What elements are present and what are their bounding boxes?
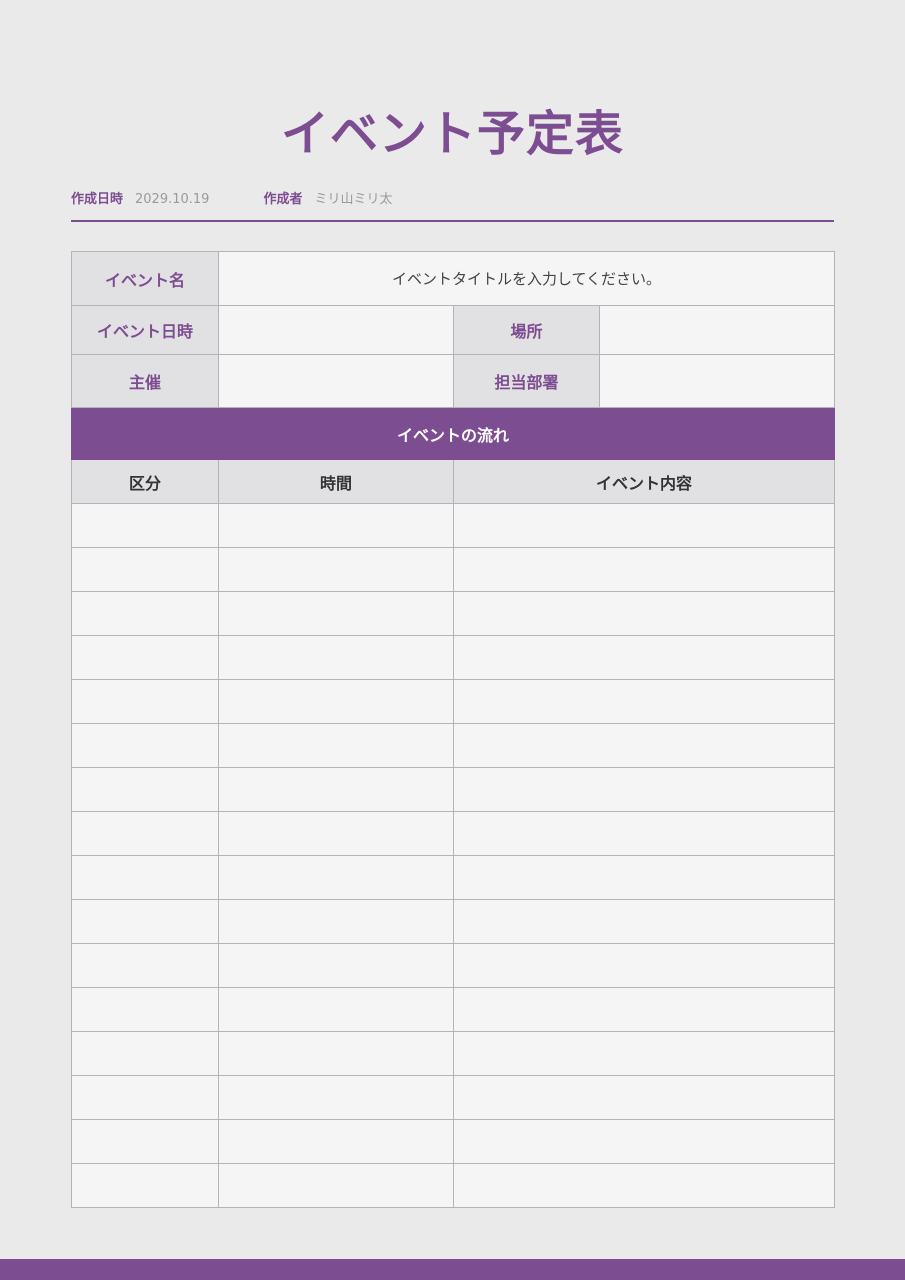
column-header-event-content: イベント内容	[452, 459, 836, 504]
category-cell[interactable]	[71, 723, 219, 768]
category-cell[interactable]	[71, 767, 219, 812]
footer-bar	[0, 1259, 905, 1280]
organizer-field[interactable]	[218, 354, 454, 408]
table-row	[71, 723, 836, 768]
table-row	[71, 767, 836, 812]
event-content-cell[interactable]	[452, 1031, 836, 1076]
category-cell[interactable]	[71, 679, 219, 724]
event-content-cell[interactable]	[452, 767, 836, 812]
category-cell[interactable]	[71, 899, 219, 944]
time-cell[interactable]	[218, 723, 454, 768]
table-row	[71, 1119, 836, 1164]
event-datetime-field[interactable]	[218, 305, 454, 355]
category-cell[interactable]	[71, 811, 219, 856]
author-label: 作成者	[263, 192, 303, 207]
event-schedule-table: イベント名 イベントタイトルを入力してください。 イベント日時 場所 主催 担当…	[70, 251, 836, 1208]
time-cell[interactable]	[218, 591, 454, 636]
category-cell[interactable]	[71, 591, 219, 636]
time-cell[interactable]	[218, 635, 454, 680]
category-cell[interactable]	[71, 547, 219, 592]
column-header-category: 区分	[71, 459, 219, 504]
table-row	[71, 943, 836, 988]
event-content-cell[interactable]	[452, 503, 836, 548]
time-cell[interactable]	[218, 503, 454, 548]
event-content-cell[interactable]	[452, 987, 836, 1032]
table-row	[71, 547, 836, 592]
table-row	[71, 1031, 836, 1076]
created-date-label: 作成日時	[71, 192, 124, 207]
event-content-cell[interactable]	[452, 591, 836, 636]
event-content-cell[interactable]	[452, 811, 836, 856]
time-cell[interactable]	[218, 811, 454, 856]
location-field[interactable]	[598, 305, 836, 355]
header-divider	[71, 220, 834, 222]
table-row	[71, 899, 836, 944]
table-row	[71, 811, 836, 856]
time-cell[interactable]	[218, 855, 454, 900]
event-content-cell[interactable]	[452, 855, 836, 900]
department-label: 担当部署	[453, 354, 600, 408]
category-cell[interactable]	[71, 503, 219, 548]
category-cell[interactable]	[71, 1119, 219, 1164]
table-row	[71, 679, 836, 724]
organizer-label: 主催	[71, 354, 219, 408]
table-row	[71, 1075, 836, 1120]
event-content-cell[interactable]	[452, 899, 836, 944]
time-cell[interactable]	[218, 943, 454, 988]
time-cell[interactable]	[218, 547, 454, 592]
time-cell[interactable]	[218, 1031, 454, 1076]
event-name-label: イベント名	[71, 251, 219, 306]
flow-section-title: イベントの流れ	[70, 407, 836, 460]
category-cell[interactable]	[71, 1163, 219, 1208]
category-cell[interactable]	[71, 635, 219, 680]
category-cell[interactable]	[71, 1031, 219, 1076]
table-row	[71, 503, 836, 548]
time-cell[interactable]	[218, 1163, 454, 1208]
table-row	[71, 591, 836, 636]
time-cell[interactable]	[218, 1075, 454, 1120]
event-datetime-label: イベント日時	[71, 305, 219, 355]
event-content-cell[interactable]	[452, 1119, 836, 1164]
time-cell[interactable]	[218, 899, 454, 944]
department-field[interactable]	[598, 354, 836, 408]
category-cell[interactable]	[71, 987, 219, 1032]
table-row	[71, 1163, 836, 1208]
category-cell[interactable]	[71, 1075, 219, 1120]
event-content-cell[interactable]	[452, 547, 836, 592]
table-row	[71, 855, 836, 900]
event-content-cell[interactable]	[452, 943, 836, 988]
created-date-value: 2029.10.19	[135, 192, 210, 207]
event-content-cell[interactable]	[452, 1075, 836, 1120]
event-content-cell[interactable]	[452, 679, 836, 724]
category-cell[interactable]	[71, 943, 219, 988]
location-label: 場所	[453, 305, 600, 355]
event-content-cell[interactable]	[452, 723, 836, 768]
time-cell[interactable]	[218, 767, 454, 812]
table-row	[71, 635, 836, 680]
page-title: イベント予定表	[280, 106, 624, 162]
event-name-field[interactable]: イベントタイトルを入力してください。	[217, 251, 836, 306]
document-meta: 作成日時 2029.10.19 作成者 ミリ山ミリ太	[71, 190, 392, 210]
time-cell[interactable]	[218, 1119, 454, 1164]
time-cell[interactable]	[218, 679, 454, 724]
time-cell[interactable]	[218, 987, 454, 1032]
table-row	[71, 987, 836, 1032]
flow-rows	[71, 503, 836, 1208]
event-content-cell[interactable]	[452, 1163, 836, 1208]
author-value: ミリ山ミリ太	[314, 192, 393, 207]
column-header-time: 時間	[218, 459, 454, 504]
event-content-cell[interactable]	[452, 635, 836, 680]
category-cell[interactable]	[71, 855, 219, 900]
